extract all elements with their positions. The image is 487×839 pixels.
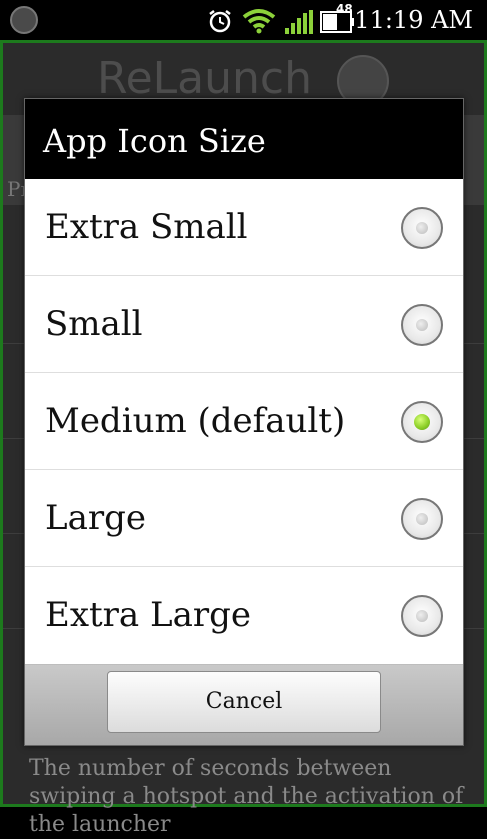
- option-small[interactable]: Small: [25, 276, 463, 373]
- dialog-title: App Icon Size: [25, 99, 463, 179]
- clock: 11:19 AM: [354, 6, 473, 34]
- option-list: Extra Small Small Medium (default) Large…: [25, 179, 463, 664]
- app-logo-text: ReLaunch: [97, 53, 312, 104]
- option-label: Extra Large: [45, 595, 251, 635]
- radio-button[interactable]: [401, 304, 443, 346]
- cancel-button[interactable]: Cancel: [107, 671, 381, 733]
- dialog-footer: Cancel: [25, 665, 463, 745]
- launcher-icon: [10, 6, 38, 34]
- option-medium[interactable]: Medium (default): [25, 373, 463, 470]
- option-extra-small[interactable]: Extra Small: [25, 179, 463, 276]
- status-bar: 48 11:19 AM: [0, 0, 487, 40]
- alarm-icon: [209, 10, 231, 33]
- radio-button[interactable]: [401, 207, 443, 249]
- wifi-icon: [242, 9, 276, 34]
- radio-button[interactable]: [401, 595, 443, 637]
- signal-icon: [285, 10, 313, 34]
- option-label: Medium (default): [45, 401, 346, 441]
- radio-button[interactable]: [401, 498, 443, 540]
- radio-button-selected[interactable]: [401, 401, 443, 443]
- option-label: Large: [45, 498, 146, 538]
- option-extra-large[interactable]: Extra Large: [25, 567, 463, 664]
- option-large[interactable]: Large: [25, 470, 463, 567]
- setting-description: The number of seconds between swiping a …: [29, 756, 464, 837]
- app-icon-size-dialog: App Icon Size Extra Small Small Medium (…: [24, 98, 464, 746]
- option-label: Extra Small: [45, 207, 248, 247]
- option-label: Small: [45, 304, 143, 344]
- battery-level: 48: [336, 2, 353, 16]
